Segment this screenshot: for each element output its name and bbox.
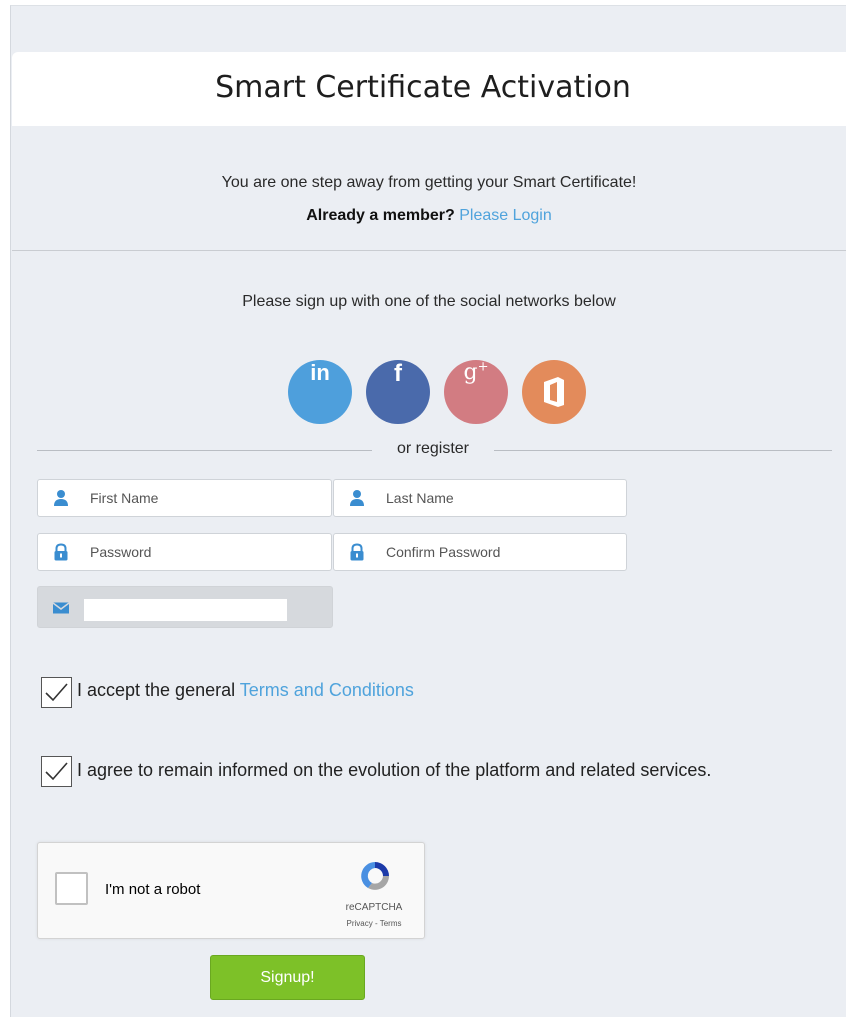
confirm-password-field[interactable] xyxy=(333,533,627,571)
checkmark-icon xyxy=(45,683,68,702)
terms-text: I accept the general xyxy=(77,680,236,700)
informed-checkbox[interactable] xyxy=(41,756,72,787)
informed-label: I agree to remain informed on the evolut… xyxy=(77,760,712,780)
facebook-icon: f xyxy=(394,360,402,387)
checkmark-icon xyxy=(45,762,68,781)
user-icon xyxy=(54,490,68,506)
google-plus-icon: g+ xyxy=(463,360,489,386)
lock-icon xyxy=(350,543,364,561)
email-input[interactable] xyxy=(84,599,287,621)
terms-link[interactable]: Terms and Conditions xyxy=(240,680,414,700)
separator-line-right xyxy=(494,450,832,451)
terms-label: I accept the general Terms and Condition… xyxy=(77,680,414,701)
recaptcha-label: I'm not a robot xyxy=(105,881,201,898)
user-icon xyxy=(350,490,364,506)
recaptcha-widget: I'm not a robot reCAPTCHA Privacy - Term… xyxy=(37,842,425,939)
social-prompt: Please sign up with one of the social ne… xyxy=(242,293,616,310)
recaptcha-brand: reCAPTCHA xyxy=(345,902,403,913)
lock-icon xyxy=(54,543,68,561)
confirm-password-input[interactable] xyxy=(386,542,606,562)
recaptcha-logo-icon xyxy=(361,862,389,890)
first-name-field[interactable] xyxy=(37,479,332,517)
recaptcha-privacy-terms[interactable]: Privacy - Terms xyxy=(324,919,424,928)
linkedin-icon: in xyxy=(310,360,330,385)
intro-message: You are one step away from getting your … xyxy=(221,174,637,191)
recaptcha-checkbox[interactable] xyxy=(55,872,88,905)
first-name-input[interactable] xyxy=(90,488,310,508)
login-link[interactable]: Please Login xyxy=(459,207,552,224)
or-register-label: or register xyxy=(396,440,470,457)
password-input[interactable] xyxy=(90,542,310,562)
linkedin-button[interactable]: in xyxy=(288,360,352,424)
member-question: Already a member? xyxy=(306,207,455,224)
office-icon xyxy=(544,377,564,407)
envelope-icon xyxy=(52,602,70,614)
last-name-input[interactable] xyxy=(386,488,606,508)
signup-button[interactable]: Signup! xyxy=(210,955,365,1000)
page-title: Smart Certificate Activation xyxy=(215,70,631,105)
google-plus-button[interactable]: g+ xyxy=(444,360,508,424)
office-button[interactable] xyxy=(522,360,586,424)
separator-line-left xyxy=(37,450,372,451)
last-name-field[interactable] xyxy=(333,479,627,517)
section-divider xyxy=(12,250,846,251)
facebook-button[interactable]: f xyxy=(366,360,430,424)
terms-checkbox[interactable] xyxy=(41,677,72,708)
email-field[interactable] xyxy=(37,586,333,628)
password-field[interactable] xyxy=(37,533,332,571)
member-line: Already a member? Please Login xyxy=(12,207,846,225)
